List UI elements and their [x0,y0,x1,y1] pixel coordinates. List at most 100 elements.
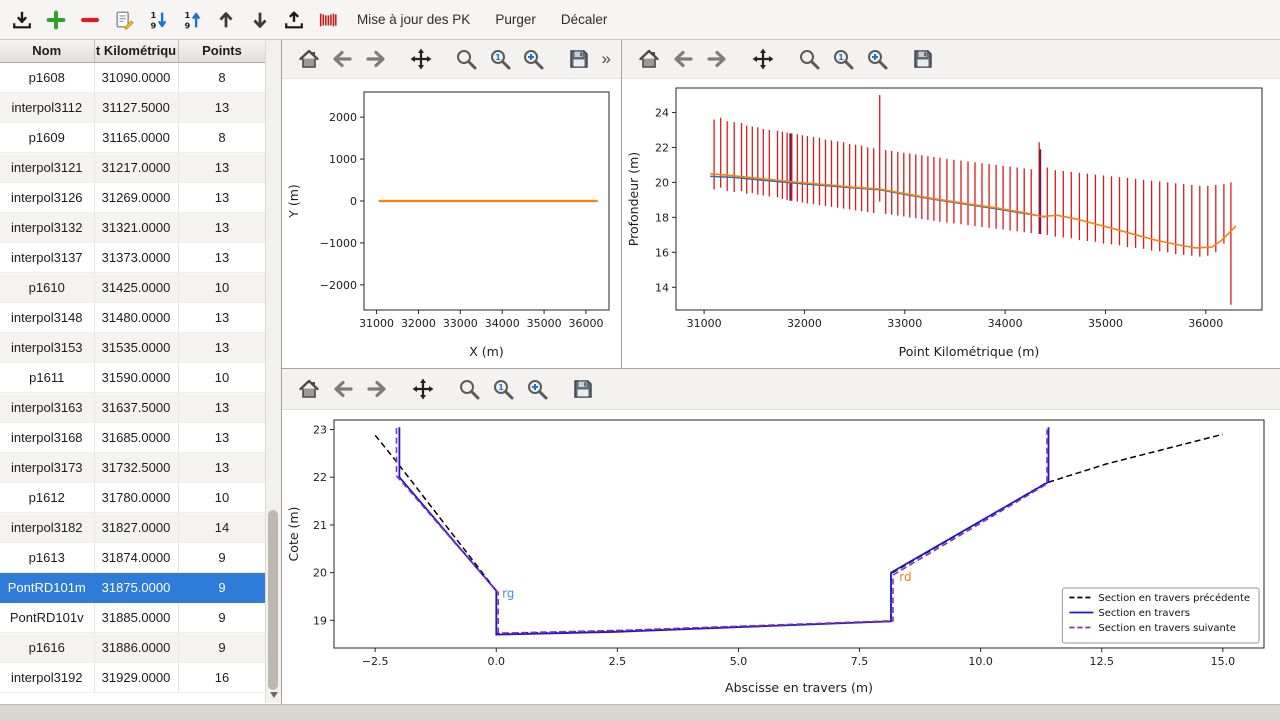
cell-points[interactable]: 13 [178,152,266,182]
mpl-forward-button[interactable] [702,44,732,74]
table-row[interactable]: PontRD101m31875.00009 [0,572,266,602]
cell-pk[interactable]: 31929.0000 [94,662,178,692]
mpl-zoom-button[interactable] [454,374,484,404]
cell-pk[interactable]: 31875.0000 [94,572,178,602]
mpl-zoom-plus-button[interactable] [519,44,548,74]
table-row[interactable]: interpol316831685.000013 [0,422,266,452]
scrollbar-down-button[interactable] [266,687,281,703]
toolbar-text-button-1[interactable]: Purger [486,7,545,32]
cell-nom[interactable]: interpol3121 [0,152,94,182]
cell-points[interactable]: 9 [178,632,266,662]
cell-points[interactable]: 16 [178,662,266,692]
cell-pk[interactable]: 31165.0000 [94,122,178,152]
cell-points[interactable]: 14 [178,512,266,542]
mpl-save-button[interactable] [568,374,598,404]
cell-points[interactable]: 9 [178,542,266,572]
table-row[interactable]: p161031425.000010 [0,272,266,302]
cell-points[interactable]: 9 [178,602,266,632]
cell-pk[interactable]: 31217.0000 [94,152,178,182]
table-row[interactable]: interpol316331637.500013 [0,392,266,422]
mpl-save-button[interactable] [564,44,593,74]
cell-pk[interactable]: 31886.0000 [94,632,178,662]
cell-pk[interactable]: 31090.0000 [94,62,178,92]
toolbar-text-button-0[interactable]: Mise à jour des PK [348,7,479,32]
cell-points[interactable]: 13 [178,332,266,362]
cell-pk[interactable]: 31780.0000 [94,482,178,512]
add-section-button[interactable] [42,6,69,33]
mpl-forward-button[interactable] [361,44,390,74]
mpl-pan-button[interactable] [748,44,778,74]
table-scrollbar[interactable] [265,40,281,703]
cell-pk[interactable]: 31425.0000 [94,272,178,302]
sections-profile-button[interactable] [314,6,341,33]
table-row[interactable]: interpol319231929.000016 [0,662,266,692]
cell-pk[interactable]: 31732.5000 [94,452,178,482]
mpl-back-button[interactable] [328,374,358,404]
mpl-zoom-button[interactable] [794,44,824,74]
table-row[interactable]: p160931165.00008 [0,122,266,152]
table-row[interactable]: interpol311231127.500013 [0,92,266,122]
cell-points[interactable]: 8 [178,62,266,92]
import-button[interactable] [8,6,35,33]
table-row[interactable]: interpol318231827.000014 [0,512,266,542]
table-row[interactable]: interpol312631269.000013 [0,182,266,212]
cell-nom[interactable]: interpol3173 [0,452,94,482]
cell-nom[interactable]: interpol3163 [0,392,94,422]
mpl-home-button[interactable] [634,44,664,74]
cell-pk[interactable]: 31685.0000 [94,422,178,452]
move-down-button[interactable] [246,6,273,33]
cell-pk[interactable]: 31590.0000 [94,362,178,392]
mpl-zoom-one-button[interactable]: 1 [485,44,514,74]
cell-nom[interactable]: interpol3192 [0,662,94,692]
cell-nom[interactable]: interpol3126 [0,182,94,212]
table-row[interactable]: interpol317331732.500013 [0,452,266,482]
cell-points[interactable]: 13 [178,422,266,452]
cell-nom[interactable]: p1609 [0,122,94,152]
table-row[interactable]: interpol315331535.000013 [0,332,266,362]
mpl-back-button[interactable] [668,44,698,74]
cross-section-chart[interactable]: −2.50.02.55.07.510.012.515.01920212223Ab… [282,410,1280,704]
cell-points[interactable]: 13 [178,302,266,332]
cell-points[interactable]: 13 [178,392,266,422]
cell-pk[interactable]: 31127.5000 [94,92,178,122]
mpl-zoom-one-button[interactable]: 1 [488,374,518,404]
cell-points[interactable]: 10 [178,482,266,512]
sort-descending-button[interactable]: 19 [144,6,171,33]
cell-nom[interactable]: interpol3168 [0,422,94,452]
cell-points[interactable]: 13 [178,92,266,122]
table-row[interactable]: interpol313231321.000013 [0,212,266,242]
cell-nom[interactable]: p1616 [0,632,94,662]
cell-nom[interactable]: interpol3132 [0,212,94,242]
table-row[interactable]: interpol314831480.000013 [0,302,266,332]
longitudinal-profile-chart[interactable]: 3100032000330003400035000360001416182022… [622,78,1280,368]
cell-pk[interactable]: 31874.0000 [94,542,178,572]
cell-pk[interactable]: 31373.0000 [94,242,178,272]
cell-pk[interactable]: 31637.5000 [94,392,178,422]
mpl-save-button[interactable] [908,44,938,74]
table-row[interactable]: p161631886.00009 [0,632,266,662]
cell-pk[interactable]: 31827.0000 [94,512,178,542]
remove-section-button[interactable] [76,6,103,33]
mpl-back-button[interactable] [327,44,356,74]
mpl-zoom-one-button[interactable]: 1 [828,44,858,74]
cell-nom[interactable]: interpol3112 [0,92,94,122]
table-row[interactable]: p160831090.00008 [0,62,266,92]
cell-nom[interactable]: p1612 [0,482,94,512]
cell-nom[interactable]: p1610 [0,272,94,302]
cell-points[interactable]: 13 [178,242,266,272]
cell-nom[interactable]: p1613 [0,542,94,572]
sort-ascending-button[interactable]: 19 [178,6,205,33]
mpl-pan-button[interactable] [408,374,438,404]
table-row[interactable]: p161231780.000010 [0,482,266,512]
table-row[interactable]: PontRD101v31885.00009 [0,602,266,632]
table-row[interactable]: interpol312131217.000013 [0,152,266,182]
column-header-points[interactable]: Points [178,40,266,62]
scrollbar-thumb[interactable] [268,510,278,690]
cell-nom[interactable]: interpol3148 [0,302,94,332]
cell-pk[interactable]: 31885.0000 [94,602,178,632]
cell-pk[interactable]: 31535.0000 [94,332,178,362]
cell-pk[interactable]: 31480.0000 [94,302,178,332]
column-header-nom[interactable]: Nom [0,40,94,62]
mpl-home-button[interactable] [294,44,323,74]
mpl-pan-button[interactable] [406,44,435,74]
